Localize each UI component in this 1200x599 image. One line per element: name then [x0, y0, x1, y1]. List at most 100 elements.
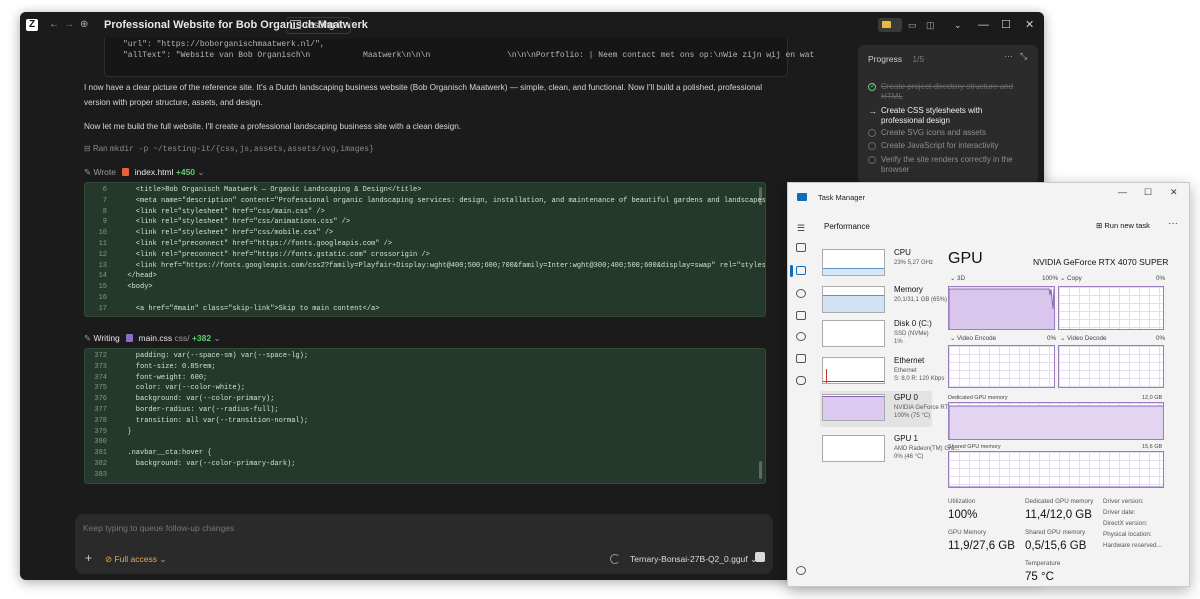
- progress-item-text: Create SVG icons and assets: [881, 128, 986, 137]
- lines-added: +382: [191, 333, 212, 343]
- new-chat-icon[interactable]: ⊕: [80, 12, 88, 38]
- command-label: Ran: [92, 144, 108, 153]
- line-code: <link rel="stylesheet" href="css/mobile.…: [119, 229, 334, 238]
- folder-chip[interactable]: testing-it: [286, 17, 351, 34]
- line-code: <link rel="stylesheet" href="css/animati…: [119, 218, 351, 227]
- code-line: 377 border-radius: var(--radius-full);: [85, 405, 765, 416]
- minimize-icon[interactable]: —: [1118, 187, 1127, 197]
- line-number: 377: [94, 405, 107, 414]
- run-new-task-label: Run new task: [1104, 221, 1150, 230]
- users-icon[interactable]: [796, 332, 806, 341]
- line-code: <link href="https://fonts.googleapis.com…: [119, 261, 766, 270]
- collapse-icon[interactable]: ⤡: [1020, 51, 1027, 62]
- device-item-gpu-1[interactable]: GPU 1 AMD Radeon(TM) Gra... 0% (46 °C): [820, 432, 959, 468]
- chevron-down-icon[interactable]: ⌄: [954, 12, 962, 38]
- details-icon[interactable]: [796, 354, 806, 363]
- line-code: .navbar__cta:hover {: [119, 449, 212, 458]
- graph-label-video-decode[interactable]: ⌄ Video Decode: [1060, 335, 1106, 342]
- line-number: 17: [98, 304, 107, 313]
- graph-pct-copy: 0%: [1156, 275, 1166, 282]
- split-view-icon[interactable]: ◫: [926, 12, 935, 38]
- startup-apps-icon[interactable]: [796, 311, 806, 320]
- line-number: 378: [94, 416, 107, 425]
- processes-icon[interactable]: [796, 243, 806, 252]
- check-circle-icon: ✓: [868, 83, 876, 91]
- code-line: 372 padding: var(--space-sm) var(--space…: [85, 351, 765, 362]
- graph-label-text: Video Decode: [1067, 335, 1107, 342]
- back-arrow-icon[interactable]: ←: [49, 12, 59, 38]
- code-line: 374 font-weight: 600;: [85, 373, 765, 384]
- code-line: 12 <link rel="preconnect" href="https://…: [85, 250, 765, 261]
- file-name: index.html: [134, 167, 174, 177]
- services-icon[interactable]: [796, 376, 806, 385]
- code-line: 380: [85, 437, 765, 448]
- more-options-icon[interactable]: ···: [1168, 218, 1178, 229]
- line-code: </head>: [119, 272, 157, 281]
- graph-label-3d[interactable]: ⌄ 3D: [950, 275, 965, 282]
- hardware-reserved-label: Hardware reserved...: [1103, 542, 1162, 549]
- code-line: 13 <link href="https://fonts.googleapis.…: [85, 261, 765, 272]
- code-line: 8 <link rel="stylesheet" href="css/main.…: [85, 207, 765, 218]
- code-line: 16: [85, 293, 765, 304]
- open-in-button[interactable]: [878, 18, 902, 32]
- graph-shared-memory: [948, 451, 1164, 488]
- graph-label-copy[interactable]: ⌄ Copy: [1060, 275, 1082, 282]
- line-code: <link rel="stylesheet" href="css/main.cs…: [119, 207, 325, 216]
- more-options-icon[interactable]: ···: [344, 12, 355, 38]
- more-options-icon[interactable]: ···: [1004, 51, 1013, 61]
- line-number: 372: [94, 352, 107, 360]
- model-selector[interactable]: Ternary-Bonsai-27B-Q2_0.gguf ⌄: [630, 554, 757, 565]
- access-selector[interactable]: ⊘ Full access ⌄: [105, 554, 166, 565]
- close-icon[interactable]: ✕: [1025, 12, 1034, 38]
- code-line: 17 <a href="#main" class="skip-link">Ski…: [85, 304, 765, 315]
- shared-mem-label: Shared GPU memory: [1025, 529, 1086, 536]
- maximize-icon[interactable]: ☐: [1144, 187, 1152, 198]
- lines-added: +450: [175, 167, 196, 177]
- command-row[interactable]: ⊟ Ran mkdir -p ~/testing-it/{css,js,asse…: [84, 144, 374, 154]
- device-item-gpu-0[interactable]: GPU 0 NVIDIA GeForce RTX ... 100% (75 °C): [820, 391, 959, 427]
- graph-video-encode: [948, 345, 1055, 388]
- device-item-cpu[interactable]: CPU 23% 5,27 GHz: [820, 246, 933, 282]
- terminal-small-icon: ⊟: [84, 144, 93, 153]
- dedicated-memory-label: Dedicated GPU memory: [948, 395, 1008, 401]
- file-header-index[interactable]: ✎ Wrote index.html +450 ⌄: [84, 165, 205, 179]
- chat-input[interactable]: Keep typing to queue follow-up changes +…: [75, 514, 773, 574]
- driver-version-label: Driver version:: [1103, 498, 1144, 505]
- device-item-ethernet[interactable]: Ethernet Ethernet S: 8,0 R: 120 Kbps: [820, 354, 944, 390]
- shared-mem-value: 0,5/15,6 GB: [1025, 540, 1087, 552]
- device-item-disk[interactable]: Disk 0 (C:) SSD (NVMe) 1%: [820, 317, 932, 353]
- file-header-main-css[interactable]: ✎ Writing main.css css/ +382 ⌄: [84, 331, 221, 345]
- stop-button[interactable]: [755, 552, 765, 562]
- device-detail: SSD (NVMe): [894, 331, 929, 337]
- graph-label-video-encode[interactable]: ⌄ Video Encode: [950, 335, 996, 342]
- access-label: Full access: [114, 554, 157, 564]
- line-code: }: [119, 427, 132, 436]
- message-text: version with proper structure, assets, a…: [84, 98, 263, 107]
- progress-item-text: Verify the site renders correctly in the…: [881, 155, 1013, 174]
- performance-icon[interactable]: [796, 266, 806, 275]
- run-new-task-button[interactable]: ⊞ Run new task: [1096, 221, 1150, 230]
- minimize-icon[interactable]: —: [978, 12, 989, 38]
- device-item-memory[interactable]: Memory 20,1/31,1 GB (65%): [820, 283, 947, 319]
- gpu-model: NVIDIA GeForce RTX 4070 SUPER: [1033, 257, 1169, 267]
- line-number: 9: [102, 218, 107, 227]
- code-line: 10 <link rel="stylesheet" href="css/mobi…: [85, 228, 765, 239]
- graph-3d: [948, 286, 1055, 330]
- gpu-heading: GPU: [948, 250, 983, 267]
- close-icon[interactable]: ✕: [1170, 187, 1178, 198]
- settings-icon[interactable]: [796, 566, 806, 575]
- terminal-icon[interactable]: ▭: [908, 12, 917, 38]
- hamburger-menu-icon[interactable]: ☰: [797, 223, 805, 234]
- maximize-icon[interactable]: ☐: [1001, 12, 1011, 38]
- device-thumbnail: [822, 249, 885, 276]
- code-line: 11 <link rel="preconnect" href="https://…: [85, 239, 765, 250]
- graph-pct-video-decode: 0%: [1156, 335, 1166, 342]
- line-number: 16: [98, 293, 107, 302]
- device-detail: 20,1/31,1 GB (65%): [894, 297, 948, 303]
- expand-chevron-icon[interactable]: ⌄: [769, 51, 774, 61]
- app-history-icon[interactable]: [796, 289, 806, 298]
- forward-arrow-icon[interactable]: →: [64, 12, 74, 38]
- graph-label-text: Video Encode: [957, 335, 997, 342]
- device-name: GPU 0: [894, 393, 919, 402]
- add-attachment-icon[interactable]: +: [85, 551, 92, 565]
